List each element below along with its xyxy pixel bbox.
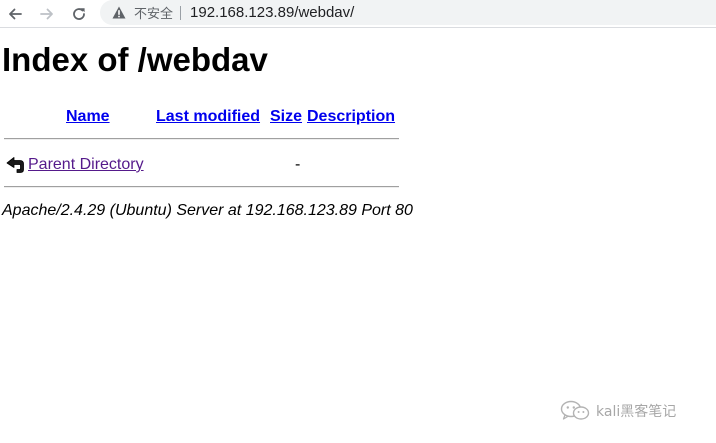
back-button[interactable]: [4, 3, 26, 25]
warning-triangle-icon[interactable]: [112, 6, 126, 20]
back-arrow-icon: [3, 154, 25, 174]
table-divider-top: [4, 138, 399, 140]
url-text[interactable]: 192.168.123.89/webdav/: [190, 4, 354, 21]
security-status-label[interactable]: 不安全: [134, 3, 173, 22]
reload-icon: [71, 6, 87, 22]
forward-button[interactable]: [36, 3, 58, 25]
parent-directory-link[interactable]: Parent Directory: [28, 155, 144, 175]
sort-by-last-modified-link[interactable]: Last modified: [156, 107, 260, 127]
wechat-icon: [560, 400, 590, 422]
arrow-left-icon: [7, 6, 23, 22]
sort-by-description-link[interactable]: Description: [307, 107, 395, 127]
table-divider-bottom: [4, 186, 399, 188]
sort-by-size-link[interactable]: Size: [270, 107, 302, 127]
page-title: Index of /webdav: [2, 41, 268, 78]
server-signature: Apache/2.4.29 (Ubuntu) Server at 192.168…: [2, 202, 413, 219]
watermark: kali黑客笔记: [560, 400, 676, 422]
omnibox-divider: [180, 5, 182, 20]
watermark-text: kali黑客笔记: [596, 404, 677, 420]
reload-button[interactable]: [68, 3, 90, 25]
arrow-right-icon: [39, 6, 55, 22]
address-bar[interactable]: 不安全 192.168.123.89/webdav/: [100, 0, 716, 25]
browser-toolbar: 不安全 192.168.123.89/webdav/: [0, 0, 716, 28]
sort-by-name-link[interactable]: Name: [66, 107, 110, 127]
size-cell: -: [295, 156, 301, 173]
